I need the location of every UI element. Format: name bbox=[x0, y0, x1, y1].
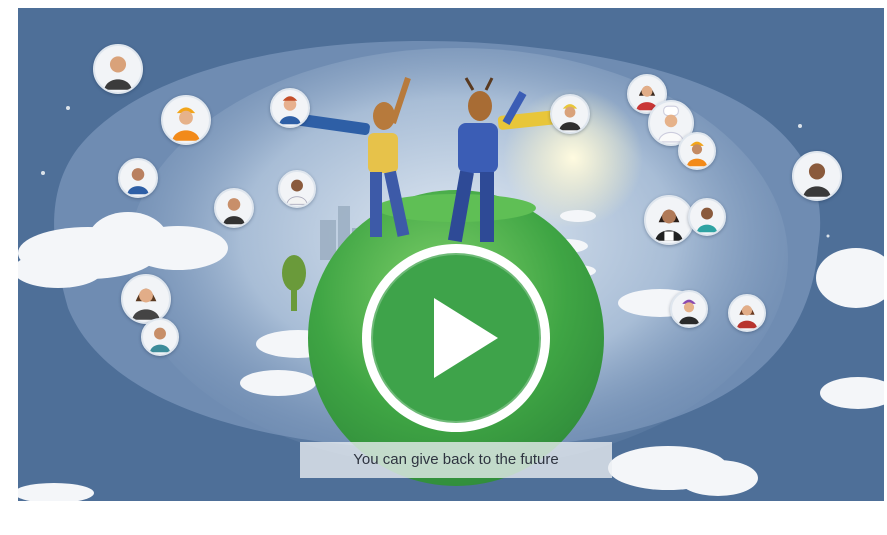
woman-avatar-icon bbox=[121, 274, 171, 324]
person-avatar-icon bbox=[93, 44, 143, 94]
nurse-avatar-icon bbox=[688, 198, 726, 236]
waiter-avatar-icon bbox=[644, 195, 694, 245]
play-button[interactable] bbox=[358, 240, 554, 436]
doctor-avatar-icon bbox=[278, 170, 316, 208]
worker-avatar-icon bbox=[118, 158, 158, 198]
redhead-avatar-icon bbox=[270, 88, 310, 128]
video-caption: You can give back to the future bbox=[300, 442, 612, 478]
video-player[interactable]: You can give back to the future bbox=[18, 8, 884, 501]
construction-worker-avatar-icon bbox=[161, 95, 211, 145]
student-avatar-icon bbox=[141, 318, 179, 356]
woman-brown-avatar-icon bbox=[728, 294, 766, 332]
businessman-avatar-icon bbox=[792, 151, 842, 201]
engineer-avatar-icon bbox=[550, 94, 590, 134]
purple-hair-avatar-icon bbox=[670, 290, 708, 328]
play-icon bbox=[362, 244, 550, 432]
builder-avatar-icon bbox=[678, 132, 716, 170]
woman-headset-avatar-icon bbox=[214, 188, 254, 228]
